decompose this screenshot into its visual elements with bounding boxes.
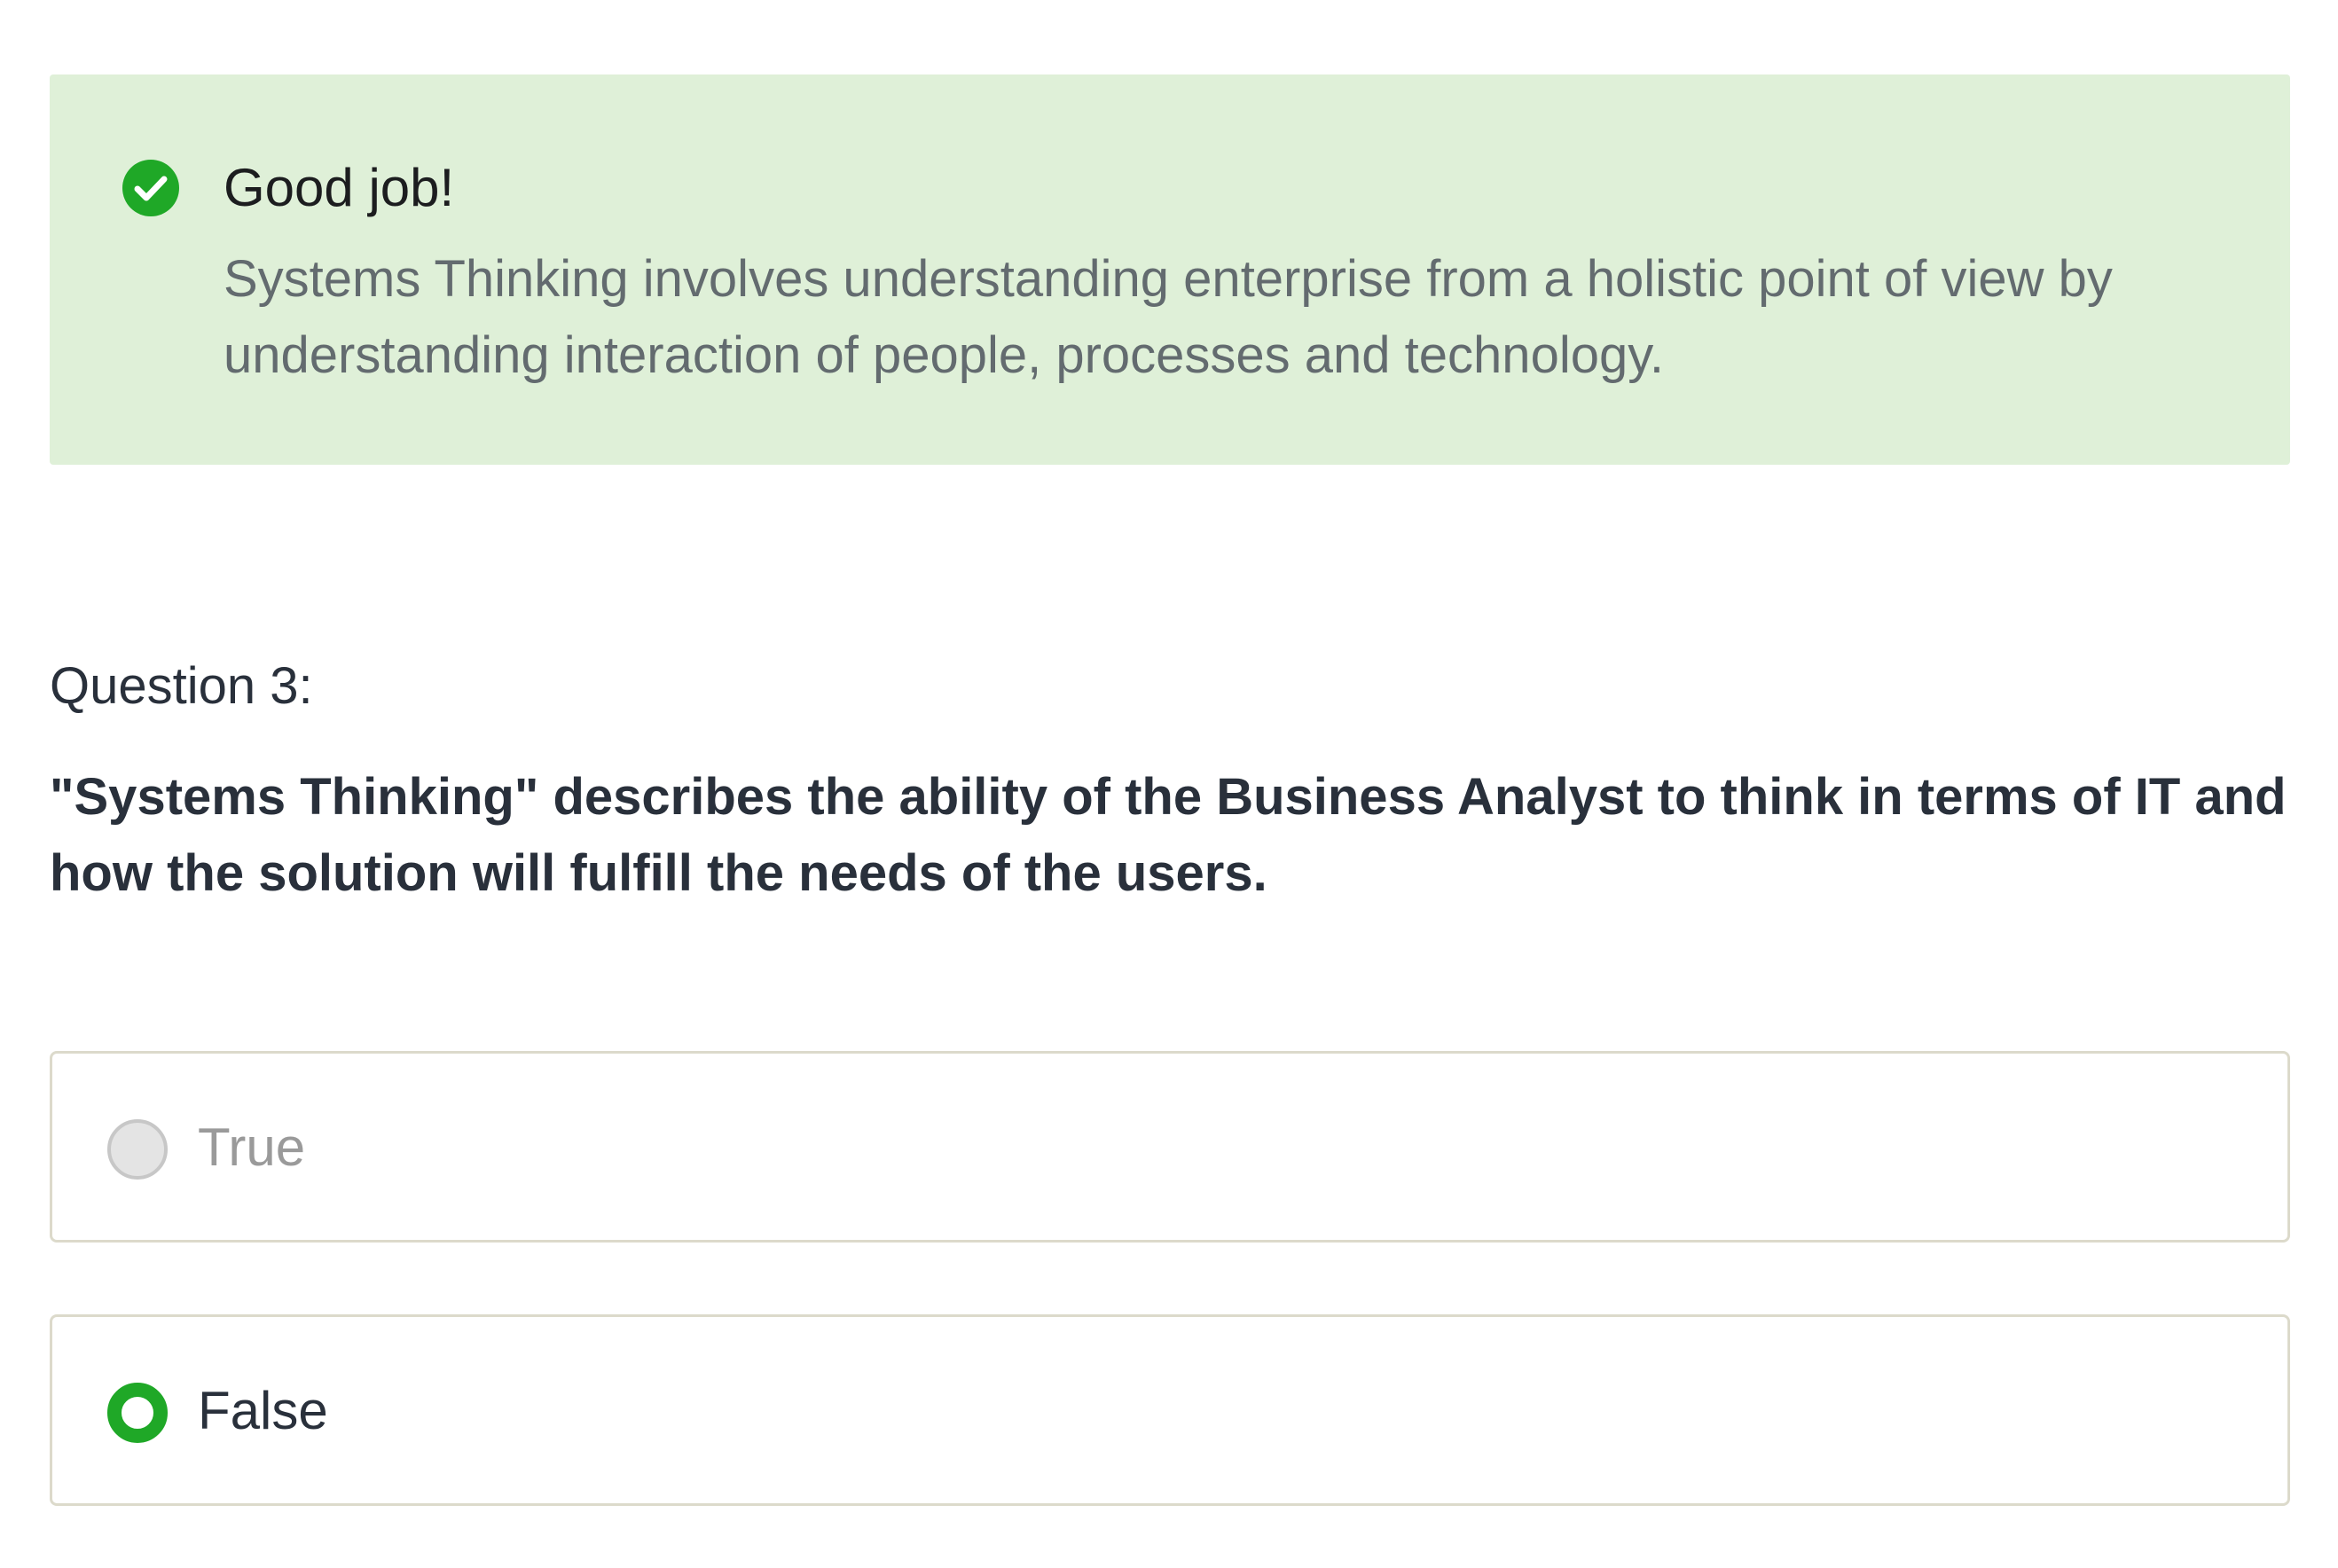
answer-option-label: True xyxy=(198,1117,306,1177)
feedback-title: Good job! xyxy=(224,158,455,217)
answer-option-true[interactable]: True xyxy=(50,1051,2290,1243)
feedback-explanation: Systems Thinking involves understanding … xyxy=(224,250,2113,384)
answer-option-label: False xyxy=(198,1381,328,1440)
feedback-banner: Good job! Systems Thinking involves unde… xyxy=(50,74,2290,465)
radio-unselected-icon[interactable] xyxy=(107,1119,168,1180)
check-circle-icon xyxy=(122,160,179,216)
radio-selected-icon[interactable] xyxy=(107,1383,168,1443)
question-prompt: "Systems Thinking" describes the ability… xyxy=(50,768,2287,902)
answer-option-false[interactable]: False xyxy=(50,1314,2290,1506)
question-number: Question 3: xyxy=(50,657,313,715)
